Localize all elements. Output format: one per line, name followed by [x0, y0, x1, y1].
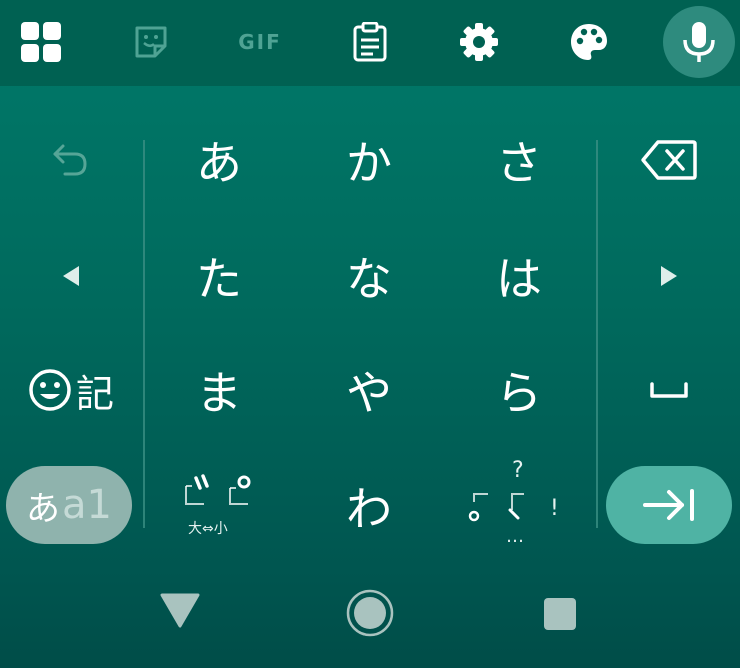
size-toggle-label: 大⇔小 [188, 521, 228, 537]
space-key[interactable] [614, 340, 724, 440]
undo-key[interactable] [16, 110, 126, 210]
kana-key-ha[interactable]: は [454, 226, 584, 326]
cursor-right-key[interactable] [614, 226, 724, 326]
mode-hira-label: あ [26, 488, 61, 529]
input-mode-toggle[interactable]: あ a1 [6, 466, 132, 544]
ellipsis-label: … [506, 526, 524, 547]
punctuation-icon [468, 493, 524, 522]
kana-key-sa[interactable]: さ [454, 110, 584, 210]
dakuten-size-key[interactable]: 大⇔小 [154, 456, 284, 556]
apps-grid-button[interactable] [9, 10, 73, 74]
sticker-button[interactable] [119, 10, 183, 74]
microphone-icon [683, 22, 715, 62]
enter-key[interactable] [606, 466, 732, 544]
dakuten-icon [185, 474, 251, 505]
right-divider [596, 140, 598, 528]
triangle-down-icon [160, 593, 200, 628]
kigou-label: 記 [75, 371, 114, 416]
exclamation-label: ! [550, 496, 559, 521]
cursor-left-key[interactable] [16, 226, 126, 326]
emoji-symbol-key[interactable]: 記 [16, 340, 126, 440]
smiley-icon [29, 369, 71, 411]
nav-back-button[interactable] [150, 580, 210, 640]
settings-button[interactable] [447, 10, 511, 74]
palette-icon [571, 24, 607, 60]
square-icon [544, 598, 576, 630]
backspace-key[interactable] [614, 110, 724, 210]
gear-icon [460, 23, 498, 61]
nav-home-button[interactable] [339, 582, 401, 644]
kana-key-ka[interactable]: か [304, 110, 434, 210]
kana-key-ta[interactable]: た [154, 226, 284, 326]
clipboard-icon [353, 22, 387, 62]
japanese-flick-keyboard: GIF 記 あ a1 あ か さ た な は ま や ら 大⇔小 わ ? ! … [0, 0, 740, 668]
kana-key-a[interactable]: あ [154, 110, 284, 210]
kana-key-na[interactable]: な [304, 226, 434, 326]
backspace-icon [641, 140, 697, 180]
voice-input-icon-wrap [667, 10, 731, 74]
kana-key-ma[interactable]: ま [154, 340, 284, 440]
left-divider [143, 140, 145, 528]
space-icon [650, 382, 688, 398]
arrow-right-tab-icon [643, 489, 694, 521]
home-circle-icon [346, 589, 394, 637]
clipboard-button[interactable] [338, 10, 402, 74]
theme-button[interactable] [557, 10, 621, 74]
kana-key-ya[interactable]: や [304, 340, 434, 440]
undo-icon [53, 144, 87, 176]
kana-key-ra[interactable]: ら [454, 340, 584, 440]
mode-alnum-label: a1 [62, 482, 112, 528]
punctuation-key[interactable]: ? ! … [454, 456, 584, 556]
kana-key-wa[interactable]: わ [304, 456, 434, 556]
sticker-icon [135, 26, 167, 58]
triangle-right-icon [661, 266, 677, 286]
question-mark-label: ? [512, 458, 524, 483]
nav-recents-button[interactable] [530, 584, 590, 644]
gif-button[interactable]: GIF [228, 10, 292, 74]
gif-label: GIF [238, 30, 282, 54]
apps-grid-icon [21, 22, 61, 62]
triangle-left-icon [63, 266, 79, 286]
